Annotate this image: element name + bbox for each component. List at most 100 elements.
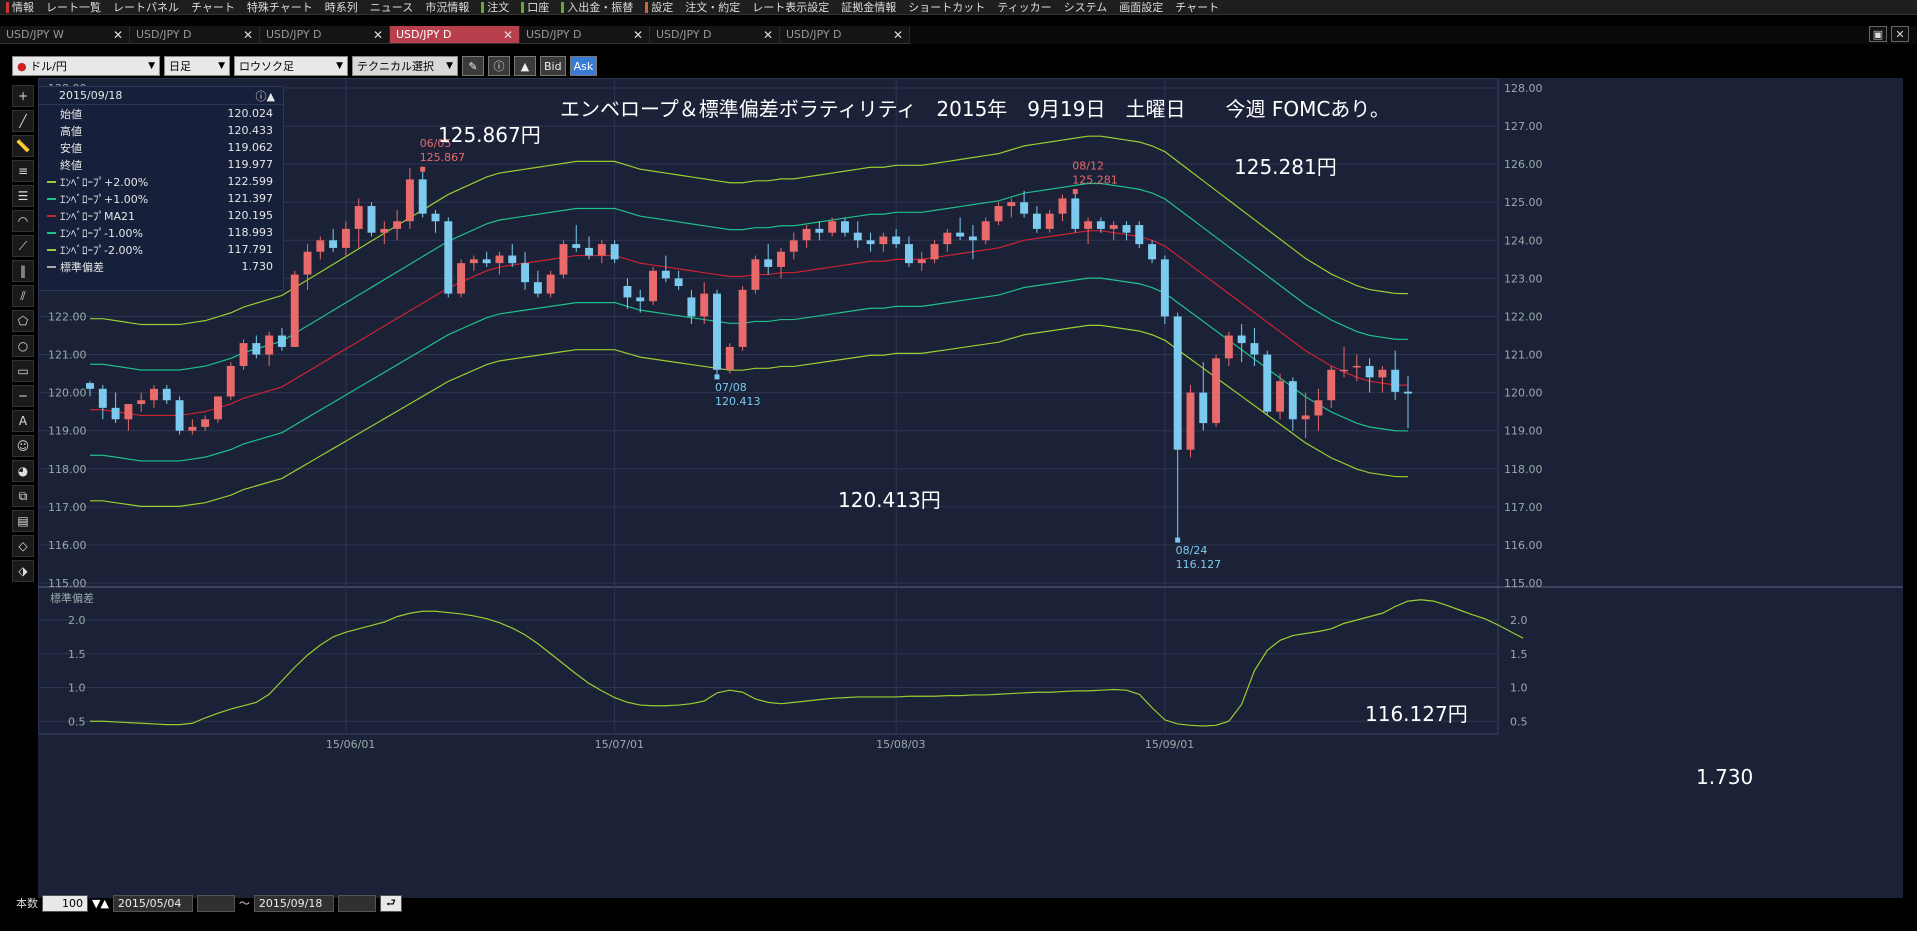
close-tab-icon[interactable]: ✕: [243, 28, 253, 42]
menu-item[interactable]: 入出金・振替: [555, 0, 639, 14]
menu-item[interactable]: チャート: [1169, 0, 1225, 14]
chart-tab[interactable]: USD/JPY D ✕: [780, 26, 910, 44]
menu-item[interactable]: 特殊チャート: [241, 0, 319, 14]
info-icon[interactable]: ⓘ▲: [256, 88, 275, 104]
menu-item[interactable]: ティッカー: [991, 0, 1057, 14]
candle-body: [431, 213, 440, 222]
mountain-icon: ▲: [520, 59, 530, 73]
chart-type-select[interactable]: ロウソク足 ▼: [234, 56, 348, 76]
info-button[interactable]: ⓘ: [488, 56, 510, 76]
technical-select[interactable]: テクニカル選択 ▼: [352, 56, 458, 76]
menu-item[interactable]: 設定: [639, 0, 679, 14]
candle-body: [802, 228, 811, 241]
close-tab-icon[interactable]: ✕: [373, 28, 383, 42]
sd-tick-label: 1.5: [1510, 648, 1528, 661]
vertical-lines-icon[interactable]: ‖: [12, 260, 34, 282]
close-tab-icon[interactable]: ✕: [763, 28, 773, 42]
line-icon[interactable]: ─: [12, 385, 34, 407]
count-input[interactable]: 100: [42, 894, 88, 912]
chart-tab[interactable]: USD/JPY D ✕: [130, 26, 260, 44]
chart-tab[interactable]: USD/JPY D ✕: [390, 26, 520, 44]
info-row-label-wrap: ｴﾝﾍﾞﾛｰﾌﾟ+1.00%: [47, 191, 148, 207]
menu-item[interactable]: 市況情報: [419, 0, 475, 14]
menu-item[interactable]: 証拠金情報: [835, 0, 902, 14]
count-stepper[interactable]: ▼▲: [92, 897, 109, 910]
info-row-value: 1.730: [241, 260, 274, 273]
fibonacci-icon[interactable]: ☰: [12, 185, 34, 207]
menu-item[interactable]: システム: [1058, 0, 1114, 14]
menu-item-label: ニュース: [369, 0, 414, 14]
chart-tab-bar: USD/JPY W ✕ USD/JPY D ✕ USD/JPY D ✕ USD/JPY D ✕…: [0, 26, 1917, 44]
marker-icon[interactable]: ◕: [12, 460, 34, 482]
menu-item[interactable]: 情報: [0, 0, 40, 14]
menu-item[interactable]: 画面設定: [1113, 0, 1169, 14]
info-row-value: 120.195: [227, 209, 274, 222]
candle-body: [533, 282, 542, 294]
eraser-all-icon[interactable]: ⬗: [12, 560, 34, 582]
from-date-input[interactable]: 2015/05/04: [112, 894, 193, 912]
chart-tab[interactable]: USD/JPY D ✕: [260, 26, 390, 44]
menu-item[interactable]: ニュース: [364, 0, 419, 14]
menu-item[interactable]: 注文・約定: [679, 0, 746, 14]
menu-item[interactable]: 時系列: [319, 0, 364, 14]
circle-icon[interactable]: ○: [12, 335, 34, 357]
text-icon[interactable]: A: [12, 410, 34, 432]
candle-body: [1212, 358, 1221, 424]
close-tab-icon[interactable]: ✕: [113, 28, 123, 42]
menu-item[interactable]: レートパネル: [107, 0, 185, 14]
info-row-label: ｴﾝﾍﾞﾛｰﾌﾟ+1.00%: [60, 192, 149, 206]
chart-tab[interactable]: USD/JPY D ✕: [650, 26, 780, 44]
info-date: 2015/09/18: [59, 89, 123, 102]
fan-icon[interactable]: ⟋: [12, 235, 34, 257]
to-date-input[interactable]: 2015/09/18: [253, 894, 334, 912]
chart-tab[interactable]: USD/JPY W ✕: [0, 26, 130, 44]
chart-area[interactable]: 128.00128.00127.00127.00126.00126.00125.…: [37, 77, 1903, 898]
info-row-value: 120.024: [227, 107, 274, 120]
candle-body: [1301, 415, 1310, 420]
eraser-icon[interactable]: ◇: [12, 535, 34, 557]
menu-item[interactable]: 注文: [475, 0, 515, 14]
crosshair-icon[interactable]: +: [12, 85, 34, 107]
chart-tab[interactable]: USD/JPY D ✕: [520, 26, 650, 44]
arc-icon[interactable]: ◠: [12, 210, 34, 232]
pentagon-icon[interactable]: ⬠: [12, 310, 34, 332]
gann-icon[interactable]: ⫽: [12, 285, 34, 307]
close-tab-icon[interactable]: ✕: [893, 28, 903, 42]
emoji-icon[interactable]: ☺: [12, 435, 34, 457]
menu-item[interactable]: チャート: [185, 0, 241, 14]
y-tick-label-left: 119.00: [48, 425, 87, 438]
candle-body: [367, 206, 376, 233]
from-time-input[interactable]: [196, 894, 235, 912]
mountain-chart-button[interactable]: ▲: [514, 56, 536, 76]
sd-tick-label-left: 1.5: [68, 648, 86, 661]
menu-item[interactable]: 口座: [515, 0, 555, 14]
close-icon[interactable]: ✕: [1891, 26, 1909, 42]
currency-pair-select[interactable]: ● ドル/円 ▼: [12, 56, 160, 76]
close-tab-icon[interactable]: ✕: [503, 28, 513, 42]
menu-item[interactable]: レート一覧: [40, 0, 107, 14]
candle-body: [1327, 369, 1336, 401]
menu-item[interactable]: レート表示設定: [746, 0, 835, 14]
y-tick-label: 127.00: [1504, 120, 1543, 133]
bid-button[interactable]: Bid: [540, 56, 566, 76]
info-panel-header: 2015/09/18 ⓘ▲: [39, 87, 283, 105]
menu-item[interactable]: ショートカット: [902, 0, 991, 14]
rectangle-icon[interactable]: ▭: [12, 360, 34, 382]
maximize-icon[interactable]: ▣: [1869, 26, 1887, 42]
refresh-button[interactable]: ⮐: [379, 894, 402, 912]
period-select[interactable]: 日足 ▼: [164, 56, 230, 76]
to-time-input[interactable]: [337, 894, 376, 912]
candle-body: [1186, 392, 1195, 450]
paste-icon[interactable]: ▤: [12, 510, 34, 532]
copy-icon[interactable]: ⧉: [12, 485, 34, 507]
chart-svg: 128.00128.00127.00127.00126.00126.00125.…: [37, 77, 1903, 789]
low-annotation-1: 120.413円: [838, 488, 941, 512]
pen-tool-button[interactable]: ✎: [462, 56, 484, 76]
close-tab-icon[interactable]: ✕: [633, 28, 643, 42]
ruler-icon[interactable]: 📏: [12, 135, 34, 157]
legend-swatch: [47, 248, 56, 251]
horizontal-lines-icon[interactable]: ≡: [12, 160, 34, 182]
trendline-icon[interactable]: ╱: [12, 110, 34, 132]
candle-body: [764, 259, 773, 267]
ask-button[interactable]: Ask: [569, 56, 598, 76]
